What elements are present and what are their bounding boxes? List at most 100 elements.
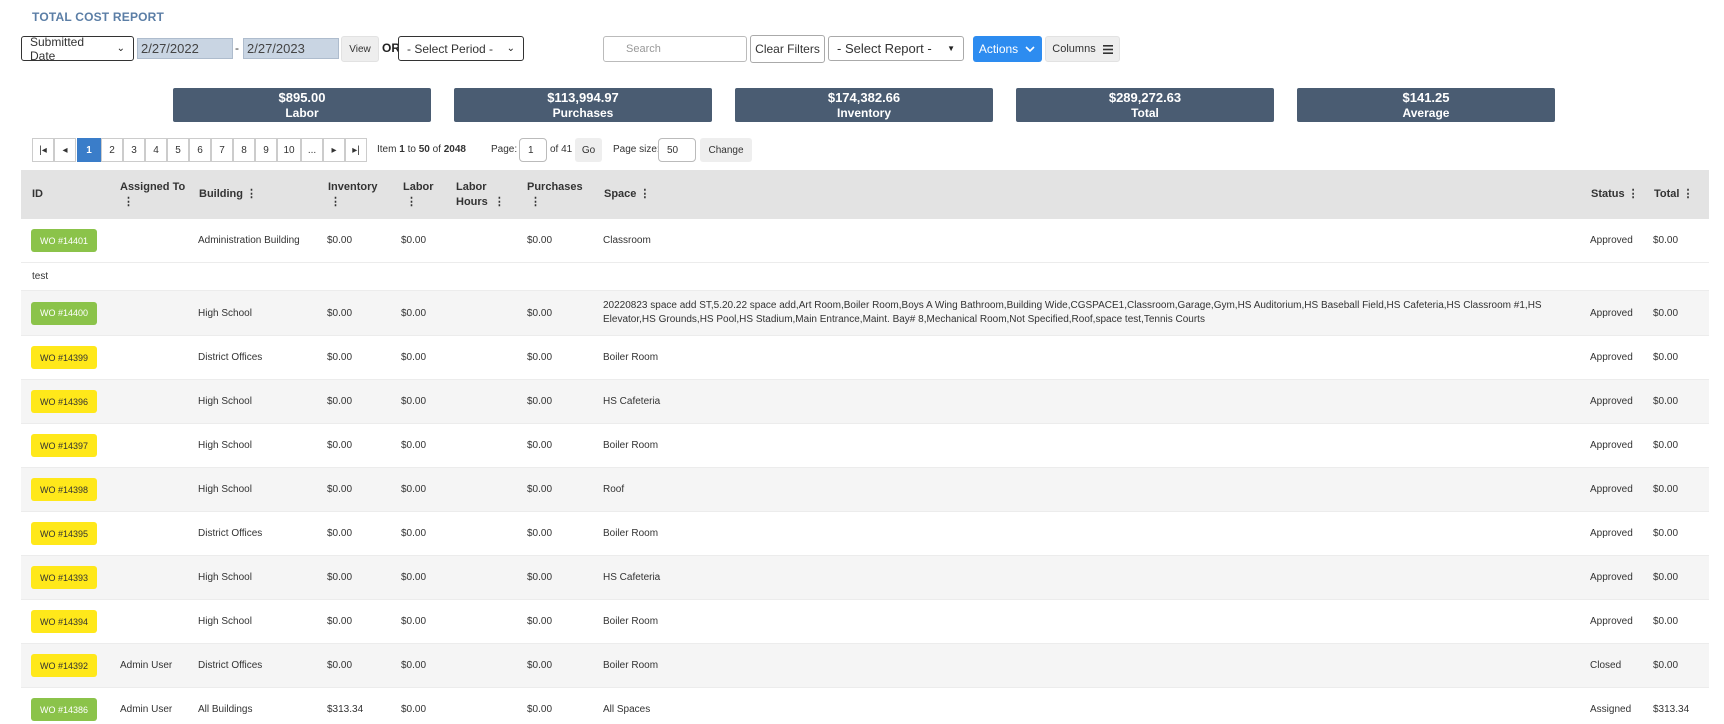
purchases-cell: $0.00 bbox=[527, 352, 553, 363]
table-row[interactable]: WO #14394 High School $0.00 $0.00 $0.00 … bbox=[21, 600, 1709, 644]
space-cell: Boiler Room bbox=[603, 616, 659, 627]
page-button[interactable]: 5 bbox=[167, 138, 189, 162]
page-button[interactable]: 6 bbox=[189, 138, 211, 162]
go-button[interactable]: Go bbox=[575, 138, 602, 162]
col-total[interactable]: Total ⋮ bbox=[1654, 170, 1693, 219]
purchases-cell: $0.00 bbox=[527, 528, 553, 539]
actions-button[interactable]: Actions bbox=[973, 36, 1042, 62]
page-button[interactable]: 2 bbox=[101, 138, 123, 162]
page-button[interactable]: 9 bbox=[255, 138, 277, 162]
summary-value: $113,994.97 bbox=[547, 90, 619, 105]
change-button[interactable]: Change bbox=[700, 138, 752, 162]
work-order-badge[interactable]: WO #14396 bbox=[31, 390, 97, 413]
page-button[interactable]: 8 bbox=[233, 138, 255, 162]
item-prefix: Item bbox=[377, 144, 397, 155]
building-cell: District Offices bbox=[198, 352, 263, 363]
status-cell: Approved bbox=[1590, 484, 1633, 495]
period-select[interactable]: - Select Period - ⌄ bbox=[398, 36, 524, 61]
table-row[interactable]: WO #14398 High School $0.00 $0.00 $0.00 … bbox=[21, 468, 1709, 512]
table-row[interactable]: WO #14396 High School $0.00 $0.00 $0.00 … bbox=[21, 380, 1709, 424]
status-cell: Approved bbox=[1590, 396, 1633, 407]
view-button[interactable]: View bbox=[341, 36, 379, 62]
table-row[interactable]: WO #14386 Admin User All Buildings $313.… bbox=[21, 688, 1709, 724]
page-size-input[interactable]: 50 bbox=[658, 138, 696, 162]
status-cell: Approved bbox=[1590, 572, 1633, 583]
more-pages-button[interactable]: ... bbox=[301, 138, 323, 162]
col-assigned-to[interactable]: Assigned To ⋮ bbox=[120, 170, 185, 219]
date-field-select[interactable]: Submitted Date ⌄ bbox=[21, 35, 134, 63]
column-menu-icon[interactable]: ⋮ bbox=[406, 195, 434, 210]
status-cell: Approved bbox=[1590, 528, 1633, 539]
table-row[interactable]: WO #14393 High School $0.00 $0.00 $0.00 … bbox=[21, 556, 1709, 600]
labor-cell: $0.00 bbox=[401, 572, 427, 583]
work-order-badge[interactable]: WO #14398 bbox=[31, 478, 97, 501]
search-input[interactable] bbox=[626, 43, 746, 55]
date-from-input[interactable]: 2/27/2022 bbox=[137, 38, 233, 59]
cost-table: ID Assigned To ⋮ Building ⋮ Inventory ⋮ … bbox=[21, 170, 1709, 724]
work-order-badge[interactable]: WO #14395 bbox=[31, 522, 97, 545]
work-order-badge[interactable]: WO #14394 bbox=[31, 610, 97, 633]
page-button[interactable]: 7 bbox=[211, 138, 233, 162]
column-menu-icon[interactable]: ⋮ bbox=[246, 187, 257, 202]
page-button[interactable]: 3 bbox=[123, 138, 145, 162]
page-button[interactable]: 10 bbox=[277, 138, 301, 162]
prev-page-button[interactable]: ◂ bbox=[54, 138, 76, 162]
chevron-down-icon: ⌄ bbox=[506, 43, 515, 54]
search-box[interactable] bbox=[603, 36, 747, 62]
col-status-label: Status bbox=[1591, 188, 1625, 200]
column-menu-icon[interactable]: ⋮ bbox=[1628, 187, 1639, 202]
first-page-button[interactable]: |◂ bbox=[32, 138, 54, 162]
page-button[interactable]: 1 bbox=[77, 138, 101, 162]
date-to-input[interactable]: 2/27/2023 bbox=[243, 38, 339, 59]
table-header: ID Assigned To ⋮ Building ⋮ Inventory ⋮ … bbox=[21, 170, 1709, 219]
inventory-cell: $0.00 bbox=[327, 440, 353, 451]
table-row[interactable]: WO #14392 Admin User District Offices $0… bbox=[21, 644, 1709, 688]
column-menu-icon[interactable]: ⋮ bbox=[1682, 187, 1693, 202]
column-menu-icon[interactable]: ⋮ bbox=[123, 195, 185, 210]
column-menu-icon[interactable]: ⋮ bbox=[494, 196, 505, 208]
page-button[interactable]: 4 bbox=[145, 138, 167, 162]
work-order-badge[interactable]: WO #14400 bbox=[31, 301, 97, 325]
page-number-input[interactable]: 1 bbox=[519, 138, 547, 162]
table-row[interactable]: WO #14397 High School $0.00 $0.00 $0.00 … bbox=[21, 424, 1709, 468]
building-cell: High School bbox=[198, 396, 252, 407]
space-cell: Roof bbox=[603, 484, 625, 495]
table-row[interactable]: WO #14401 Administration Building $0.00 … bbox=[21, 219, 1709, 263]
columns-button[interactable]: Columns bbox=[1045, 36, 1120, 62]
col-id[interactable]: ID bbox=[32, 170, 43, 219]
work-order-badge[interactable]: WO #14401 bbox=[31, 229, 97, 252]
col-id-label: ID bbox=[32, 188, 43, 200]
table-row[interactable]: WO #14400 High School $0.00 $0.00 $0.00 … bbox=[21, 291, 1709, 336]
labor-cell: $0.00 bbox=[401, 440, 427, 451]
work-order-badge[interactable]: WO #14392 bbox=[31, 654, 97, 677]
space-cell: Classroom bbox=[603, 235, 651, 246]
next-page-button[interactable]: ▸ bbox=[323, 138, 345, 162]
note-text: test bbox=[32, 271, 49, 282]
clear-filters-button[interactable]: Clear Filters bbox=[750, 35, 825, 63]
labor-cell: $0.00 bbox=[401, 396, 427, 407]
report-select[interactable]: - Select Report - ▼ bbox=[828, 36, 964, 61]
col-building[interactable]: Building ⋮ bbox=[199, 170, 257, 219]
col-labor-hours[interactable]: Labor Hours ⋮ bbox=[456, 170, 505, 219]
column-menu-icon[interactable]: ⋮ bbox=[330, 195, 378, 210]
work-order-badge[interactable]: WO #14393 bbox=[31, 566, 97, 589]
building-cell: High School bbox=[198, 307, 252, 319]
page-label: Page: bbox=[491, 144, 518, 155]
work-order-badge[interactable]: WO #14386 bbox=[31, 698, 97, 721]
col-labor[interactable]: Labor ⋮ bbox=[403, 170, 434, 219]
col-inventory[interactable]: Inventory ⋮ bbox=[328, 170, 378, 219]
purchases-cell: $0.00 bbox=[527, 484, 553, 495]
building-cell: High School bbox=[198, 484, 252, 495]
work-order-badge[interactable]: WO #14399 bbox=[31, 346, 97, 369]
column-menu-icon[interactable]: ⋮ bbox=[639, 187, 650, 202]
col-space[interactable]: Space ⋮ bbox=[604, 170, 650, 219]
col-status[interactable]: Status ⋮ bbox=[1591, 170, 1639, 219]
column-menu-icon[interactable]: ⋮ bbox=[530, 195, 583, 210]
table-row[interactable]: WO #14395 District Offices $0.00 $0.00 $… bbox=[21, 512, 1709, 556]
building-cell: High School bbox=[198, 572, 252, 583]
col-purchases[interactable]: Purchases ⋮ bbox=[527, 170, 583, 219]
work-order-badge[interactable]: WO #14397 bbox=[31, 434, 97, 457]
last-page-button[interactable]: ▸| bbox=[345, 138, 367, 162]
inventory-cell: $313.34 bbox=[327, 704, 364, 715]
table-row[interactable]: WO #14399 District Offices $0.00 $0.00 $… bbox=[21, 336, 1709, 380]
